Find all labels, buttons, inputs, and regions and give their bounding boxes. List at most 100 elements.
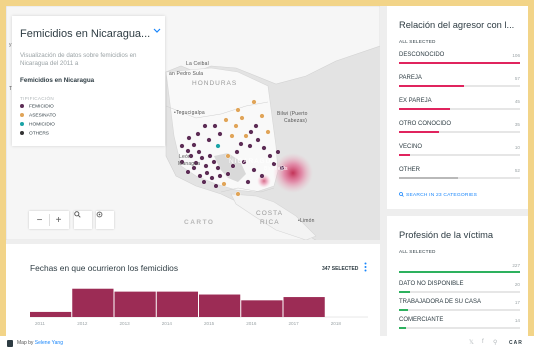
category-count: 106 [512, 53, 520, 58]
map-point[interactable] [259, 113, 265, 119]
map-point[interactable] [212, 123, 218, 129]
map-point[interactable] [229, 133, 235, 139]
search-categories-link[interactable]: SEARCH IN 23 CATEGORIES [399, 192, 477, 198]
map-point[interactable] [247, 143, 253, 149]
widget-profesion-subtitle: ALL SELECTED [399, 249, 436, 254]
category-count: 52 [514, 168, 520, 173]
map-point[interactable] [185, 169, 191, 175]
layer-selector-card[interactable]: Femicidios en Nicaragua... Visualización… [12, 16, 165, 146]
map-point[interactable] [199, 155, 205, 161]
map-point[interactable] [202, 123, 208, 129]
widget-agresor-title: Relación del agresor con l... [399, 20, 515, 30]
time-series-chart[interactable]: 2011 2012 2013 2014 2015 2016 2017 2018 [6, 284, 380, 336]
search-button[interactable] [74, 211, 92, 229]
map-point[interactable] [253, 123, 259, 129]
locate-button[interactable] [96, 211, 114, 229]
widget-profesion: Profesión de la víctima ALL SELECTED 227… [387, 216, 528, 336]
map-point[interactable] [265, 129, 271, 135]
map-point[interactable] [209, 175, 215, 181]
footer: Map by Selene Yang 𝕏 f ⚲ CAR [0, 336, 534, 351]
chart-bar-2014[interactable] [156, 291, 198, 317]
category-label: PAREJA [399, 75, 422, 81]
footer-prefix: Map by [17, 340, 35, 346]
chart-tick-label: 2016 [246, 321, 257, 326]
time-series-title: Fechas en que ocurrieron los femicidios [30, 263, 179, 273]
chart-tick-label: 2018 [331, 321, 342, 326]
top-category-bar-fill [399, 271, 520, 273]
map-point[interactable] [186, 135, 192, 141]
chart-bar-2015[interactable] [199, 294, 241, 317]
map-point[interactable] [235, 107, 241, 113]
map-point[interactable] [203, 163, 209, 169]
map-point[interactable] [197, 173, 203, 179]
map-point[interactable] [225, 171, 231, 177]
category-bar [399, 62, 520, 64]
map-point[interactable] [248, 129, 254, 135]
category-bar [399, 154, 520, 156]
map-point[interactable] [191, 142, 197, 148]
map-point[interactable] [207, 153, 213, 159]
map-point[interactable] [215, 165, 221, 171]
more-vertical-icon[interactable] [364, 262, 367, 274]
twitter-icon[interactable]: 𝕏 [469, 339, 474, 346]
legend-swatch [20, 121, 24, 126]
category-label: VECINO [399, 144, 423, 150]
map-point[interactable] [211, 159, 217, 165]
zoom-out-button[interactable]: − [31, 215, 49, 226]
category-label: DATO NO DISPONIBLE [399, 281, 464, 287]
map-point[interactable] [217, 131, 223, 137]
map-point[interactable] [233, 123, 239, 129]
legend-swatch [20, 130, 24, 135]
map-point[interactable] [196, 149, 202, 155]
map-point[interactable] [213, 183, 219, 189]
category-bar [399, 177, 520, 179]
map-point[interactable] [179, 143, 185, 149]
map-point[interactable] [259, 173, 265, 179]
chart-bar-2017[interactable] [283, 297, 325, 317]
category-bar [399, 131, 520, 133]
map-point[interactable] [251, 99, 257, 105]
map-point[interactable] [235, 191, 241, 197]
footer-author-link[interactable]: Selene Yang [35, 340, 63, 346]
map-point[interactable] [221, 181, 227, 187]
map-point[interactable] [261, 145, 267, 151]
map-point[interactable] [238, 141, 244, 147]
chart-bar-2013[interactable] [114, 291, 156, 317]
zoom-in-button[interactable]: + [50, 215, 68, 226]
map-point[interactable] [255, 137, 261, 143]
chart-bar-2011[interactable] [30, 311, 72, 317]
map-point[interactable] [239, 115, 245, 121]
map-point[interactable] [206, 137, 212, 143]
map-point[interactable] [243, 133, 249, 139]
map-point[interactable] [245, 179, 251, 185]
carto-logo-icon [7, 340, 13, 347]
map-point[interactable] [251, 167, 257, 173]
map-point[interactable] [204, 170, 210, 176]
map-view[interactable]: yes La Ceibal an Pedro Sula HONDURAS •Te… [6, 6, 380, 240]
carto-attribution: CARTO [184, 219, 215, 226]
chart-bar-2016[interactable] [241, 300, 283, 317]
chart-bar-2012[interactable] [72, 288, 114, 317]
layer-title[interactable]: Femicidios en Nicaragua... [20, 28, 150, 40]
link-icon[interactable]: ⚲ [493, 339, 497, 346]
map-point[interactable] [185, 148, 191, 154]
map-point[interactable] [201, 179, 207, 185]
map-point[interactable] [234, 149, 240, 155]
locate-icon [96, 211, 103, 218]
top-category-bar [399, 271, 520, 273]
search-categories-label[interactable]: SEARCH IN 23 CATEGORIES [406, 193, 477, 198]
chart-tick-label: 2011 [35, 321, 45, 326]
map-point[interactable] [275, 149, 281, 155]
map-point[interactable] [195, 131, 201, 137]
dashboard: yes La Ceibal an Pedro Sula HONDURAS •Te… [6, 6, 528, 336]
category-bar-fill [399, 177, 459, 179]
map-point[interactable] [217, 173, 223, 179]
facebook-icon[interactable]: f [482, 339, 484, 345]
map-point[interactable] [223, 117, 229, 123]
category-count: 35 [514, 122, 520, 127]
widget-profesion-title: Profesión de la víctima [399, 230, 494, 240]
chart-tick-label: 2012 [77, 321, 88, 326]
map-point[interactable] [215, 143, 221, 149]
legend-label: FEMICIDIO [29, 104, 54, 110]
chart-tick-label: 2015 [204, 321, 215, 326]
